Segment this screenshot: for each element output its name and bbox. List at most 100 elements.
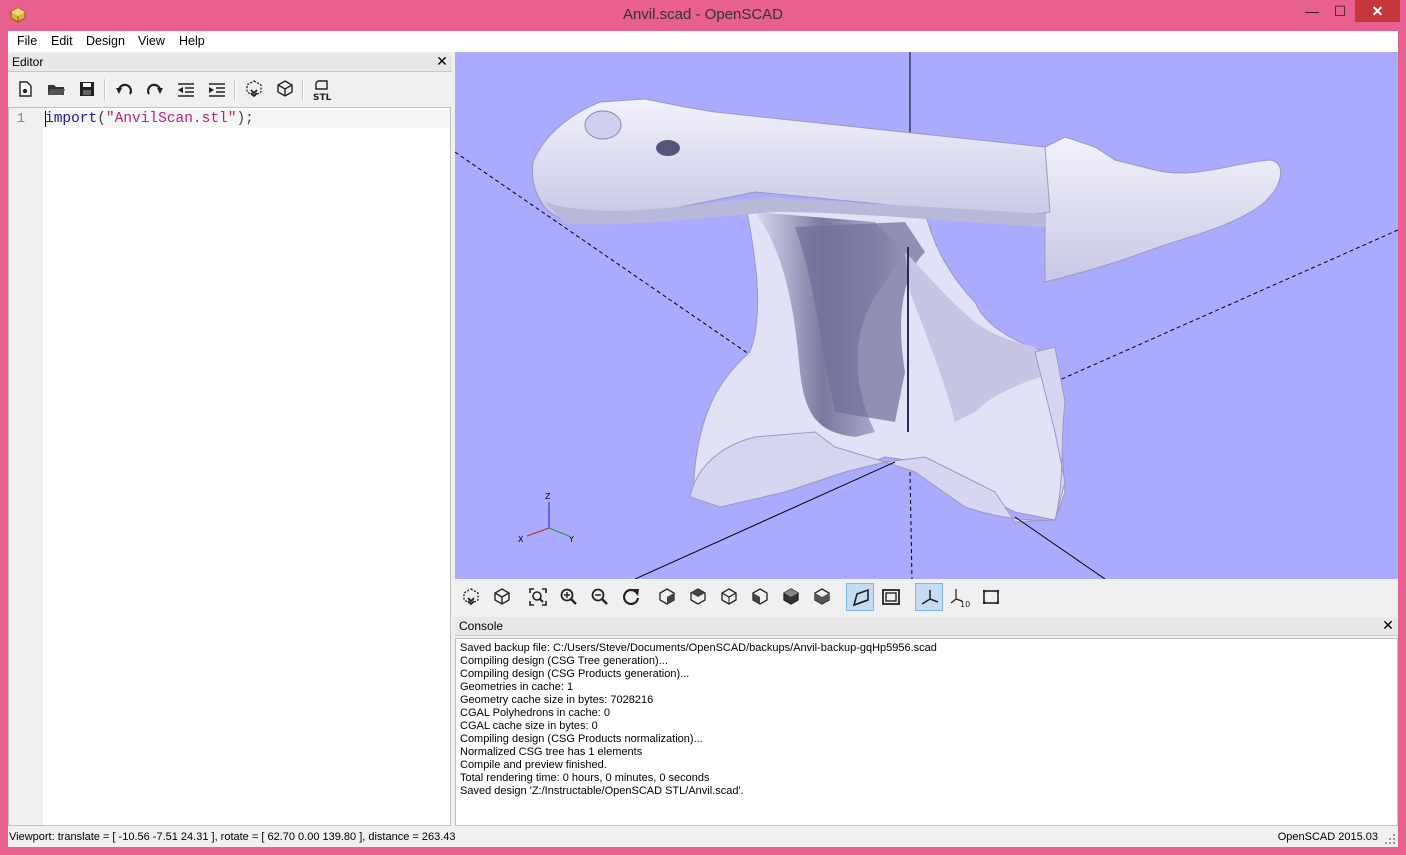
console-panel: Console ✕ Saved backup file: C:/Users/St… [455,617,1398,826]
editor-title-bar: Editor [8,53,452,72]
maximize-button[interactable]: ☐ [1326,0,1354,22]
show-scale-button[interactable]: 10 [946,583,974,611]
console-title-bar: Console [455,617,1398,636]
open-folder-icon [48,85,65,95]
menu-edit[interactable]: Edit [51,34,73,48]
view-all-icon [529,588,547,606]
view-front-icon [783,588,799,605]
console-line: CGAL cache size in bytes: 0 [460,720,598,732]
unindent-button[interactable] [173,77,199,101]
open-file-button[interactable] [43,77,69,101]
render-icon [494,588,510,605]
editor-title: Editor [12,55,44,69]
console-line: Geometries in cache: 1 [460,681,574,693]
view-all-button[interactable] [524,583,552,611]
undo-button[interactable] [111,77,137,101]
line-number-gutter: 1 [9,108,43,825]
app-window: Anvil.scad - OpenSCAD — ☐ ✕ File Edit De… [0,0,1406,855]
preview-icon [463,588,479,606]
resize-grip-icon[interactable] [1384,833,1396,845]
menu-view[interactable]: View [138,34,165,48]
close-window-button[interactable]: ✕ [1355,0,1400,22]
console-line: Geometry cache size in bytes: 7028216 [460,694,654,706]
new-file-icon [19,81,32,97]
show-axes-button[interactable] [915,583,943,611]
zoom-in-icon [560,588,577,605]
redo-icon [147,83,163,95]
title-bar[interactable]: Anvil.scad - OpenSCAD — ☐ ✕ [0,0,1406,31]
console-line: Saved backup file: C:/Users/Steve/Docume… [460,642,937,654]
code-open-paren: ( [97,111,106,127]
console-line: Compiling design (CSG Tree generation)..… [460,655,668,667]
indent-button[interactable] [204,77,230,101]
orthogonal-button[interactable] [877,583,905,611]
code-line[interactable]: import("AnvilScan.stl"); [45,110,254,128]
toolbar-separator [302,79,304,101]
redo-button[interactable] [142,77,168,101]
zoom-out-icon [591,588,608,605]
axis-indicator: Z X Y [518,492,574,544]
3d-viewport[interactable]: Z X Y [455,52,1398,579]
show-edges-icon [983,590,999,604]
version-label: OpenSCAD 2015.03 [1277,831,1378,843]
code-close: ); [236,111,254,127]
view-render-button[interactable] [488,583,516,611]
minimize-button[interactable]: — [1298,0,1326,22]
menu-file[interactable]: File [17,34,37,48]
view-right-button[interactable] [653,583,681,611]
console-title: Console [459,619,504,633]
indent-icon [209,83,225,97]
console-line: Saved design 'Z:/Instructable/OpenSCAD S… [460,785,744,797]
code-editor[interactable]: 1 import("AnvilScan.stl"); [8,107,451,826]
render-icon [277,80,293,97]
zoom-in-button[interactable] [555,583,583,611]
viewport-scene: Z X Y [455,52,1398,579]
export-stl-button[interactable]: STL [309,77,335,101]
console-line: Compiling design (CSG Products generatio… [460,668,690,680]
render-button[interactable] [272,77,298,101]
zoom-out-button[interactable] [586,583,614,611]
view-top-button[interactable] [684,583,712,611]
text-caret [45,111,46,127]
view-front-button[interactable] [777,583,805,611]
menu-help[interactable]: Help [179,34,205,48]
editor-panel: Editor ✕ STL 1 import("AnvilScan.stl"); [8,53,452,826]
view-left-icon [752,588,768,605]
anvil-model[interactable] [531,98,1282,523]
unindent-icon [178,83,194,97]
code-string: "AnvilScan.stl" [105,111,237,127]
console-line: Compiling design (CSG Products normaliza… [460,733,703,745]
editor-close-button[interactable]: ✕ [435,54,449,68]
editor-toolbar: STL [8,71,452,107]
save-button[interactable] [74,77,100,101]
menu-design[interactable]: Design [86,34,125,48]
show-axes-icon [921,590,939,605]
preview-button[interactable] [241,77,267,101]
new-file-button[interactable] [12,77,38,101]
viewport-status: Viewport: translate = [ -10.56 -7.51 24.… [9,831,456,843]
perspective-icon [852,588,869,607]
view-toolbar: 10 [455,579,1398,615]
view-bottom-icon [721,588,737,605]
view-bottom-button[interactable] [715,583,743,611]
console-output[interactable]: Saved backup file: C:/Users/Steve/Docume… [455,638,1398,826]
toolbar-separator [104,79,106,101]
axis-line [909,471,913,579]
toolbar-separator [234,79,236,101]
console-close-button[interactable]: ✕ [1381,618,1395,632]
status-bar: Viewport: translate = [ -10.56 -7.51 24.… [8,828,1398,847]
console-line: CGAL Polyhedrons in cache: 0 [460,707,611,719]
axis-line [1014,516,1106,579]
reset-view-button[interactable] [617,583,645,611]
view-back-button[interactable] [808,583,836,611]
view-top-icon [690,588,706,605]
menu-bar: File Edit Design View Help [8,31,1398,52]
show-edges-button[interactable] [977,583,1005,611]
orthogonal-icon [882,589,900,605]
view-left-button[interactable] [746,583,774,611]
view-back-icon [814,588,830,605]
view-preview-button[interactable] [457,583,485,611]
reset-view-icon [623,588,640,605]
perspective-button[interactable] [846,583,874,611]
export-stl-icon: STL [313,80,332,101]
